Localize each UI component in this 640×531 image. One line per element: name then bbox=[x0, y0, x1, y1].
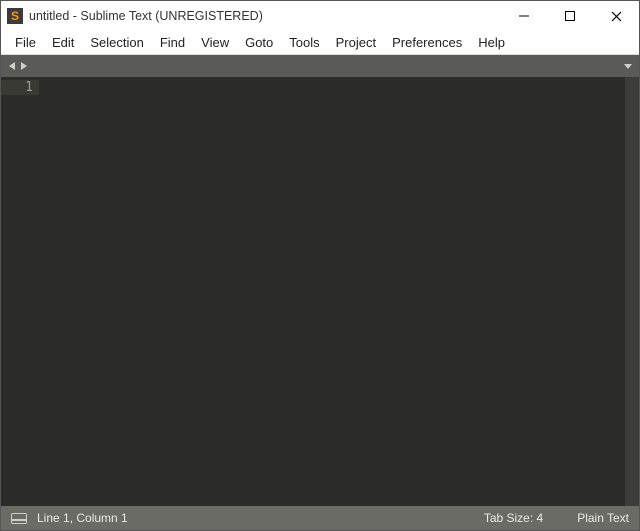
statusbar: Line 1, Column 1 Tab Size: 4 Plain Text bbox=[1, 506, 639, 530]
menubar: File Edit Selection Find View Goto Tools… bbox=[1, 31, 639, 55]
status-tab-size[interactable]: Tab Size: 4 bbox=[484, 511, 543, 525]
minimize-icon bbox=[519, 11, 529, 21]
close-icon bbox=[611, 11, 622, 22]
menu-find[interactable]: Find bbox=[152, 33, 193, 52]
titlebar: S untitled - Sublime Text (UNREGISTERED) bbox=[1, 1, 639, 31]
text-editor[interactable] bbox=[49, 77, 621, 506]
tab-prev-icon[interactable] bbox=[7, 61, 17, 71]
status-position[interactable]: Line 1, Column 1 bbox=[37, 511, 128, 525]
menu-help[interactable]: Help bbox=[470, 33, 513, 52]
tab-dropdown-icon[interactable] bbox=[623, 61, 633, 71]
close-button[interactable] bbox=[593, 1, 639, 31]
menu-goto[interactable]: Goto bbox=[237, 33, 281, 52]
vertical-scrollbar[interactable] bbox=[625, 77, 639, 506]
tab-next-icon[interactable] bbox=[19, 61, 29, 71]
tabbar bbox=[1, 55, 639, 77]
window-title: untitled - Sublime Text (UNREGISTERED) bbox=[29, 9, 263, 23]
menu-view[interactable]: View bbox=[193, 33, 237, 52]
menu-preferences[interactable]: Preferences bbox=[384, 33, 470, 52]
window-controls bbox=[501, 1, 639, 31]
status-syntax[interactable]: Plain Text bbox=[577, 511, 629, 525]
editor-area: 1 bbox=[1, 77, 639, 506]
gutter: 1 bbox=[1, 77, 49, 506]
menu-selection[interactable]: Selection bbox=[82, 33, 151, 52]
maximize-icon bbox=[565, 11, 575, 21]
menu-tools[interactable]: Tools bbox=[281, 33, 327, 52]
menu-file[interactable]: File bbox=[7, 33, 44, 52]
app-icon: S bbox=[7, 8, 23, 24]
tab-nav-arrows bbox=[7, 61, 29, 71]
panel-switcher-icon[interactable] bbox=[11, 513, 27, 524]
line-number: 1 bbox=[1, 80, 39, 95]
menu-project[interactable]: Project bbox=[328, 33, 384, 52]
minimize-button[interactable] bbox=[501, 1, 547, 31]
menu-edit[interactable]: Edit bbox=[44, 33, 82, 52]
maximize-button[interactable] bbox=[547, 1, 593, 31]
